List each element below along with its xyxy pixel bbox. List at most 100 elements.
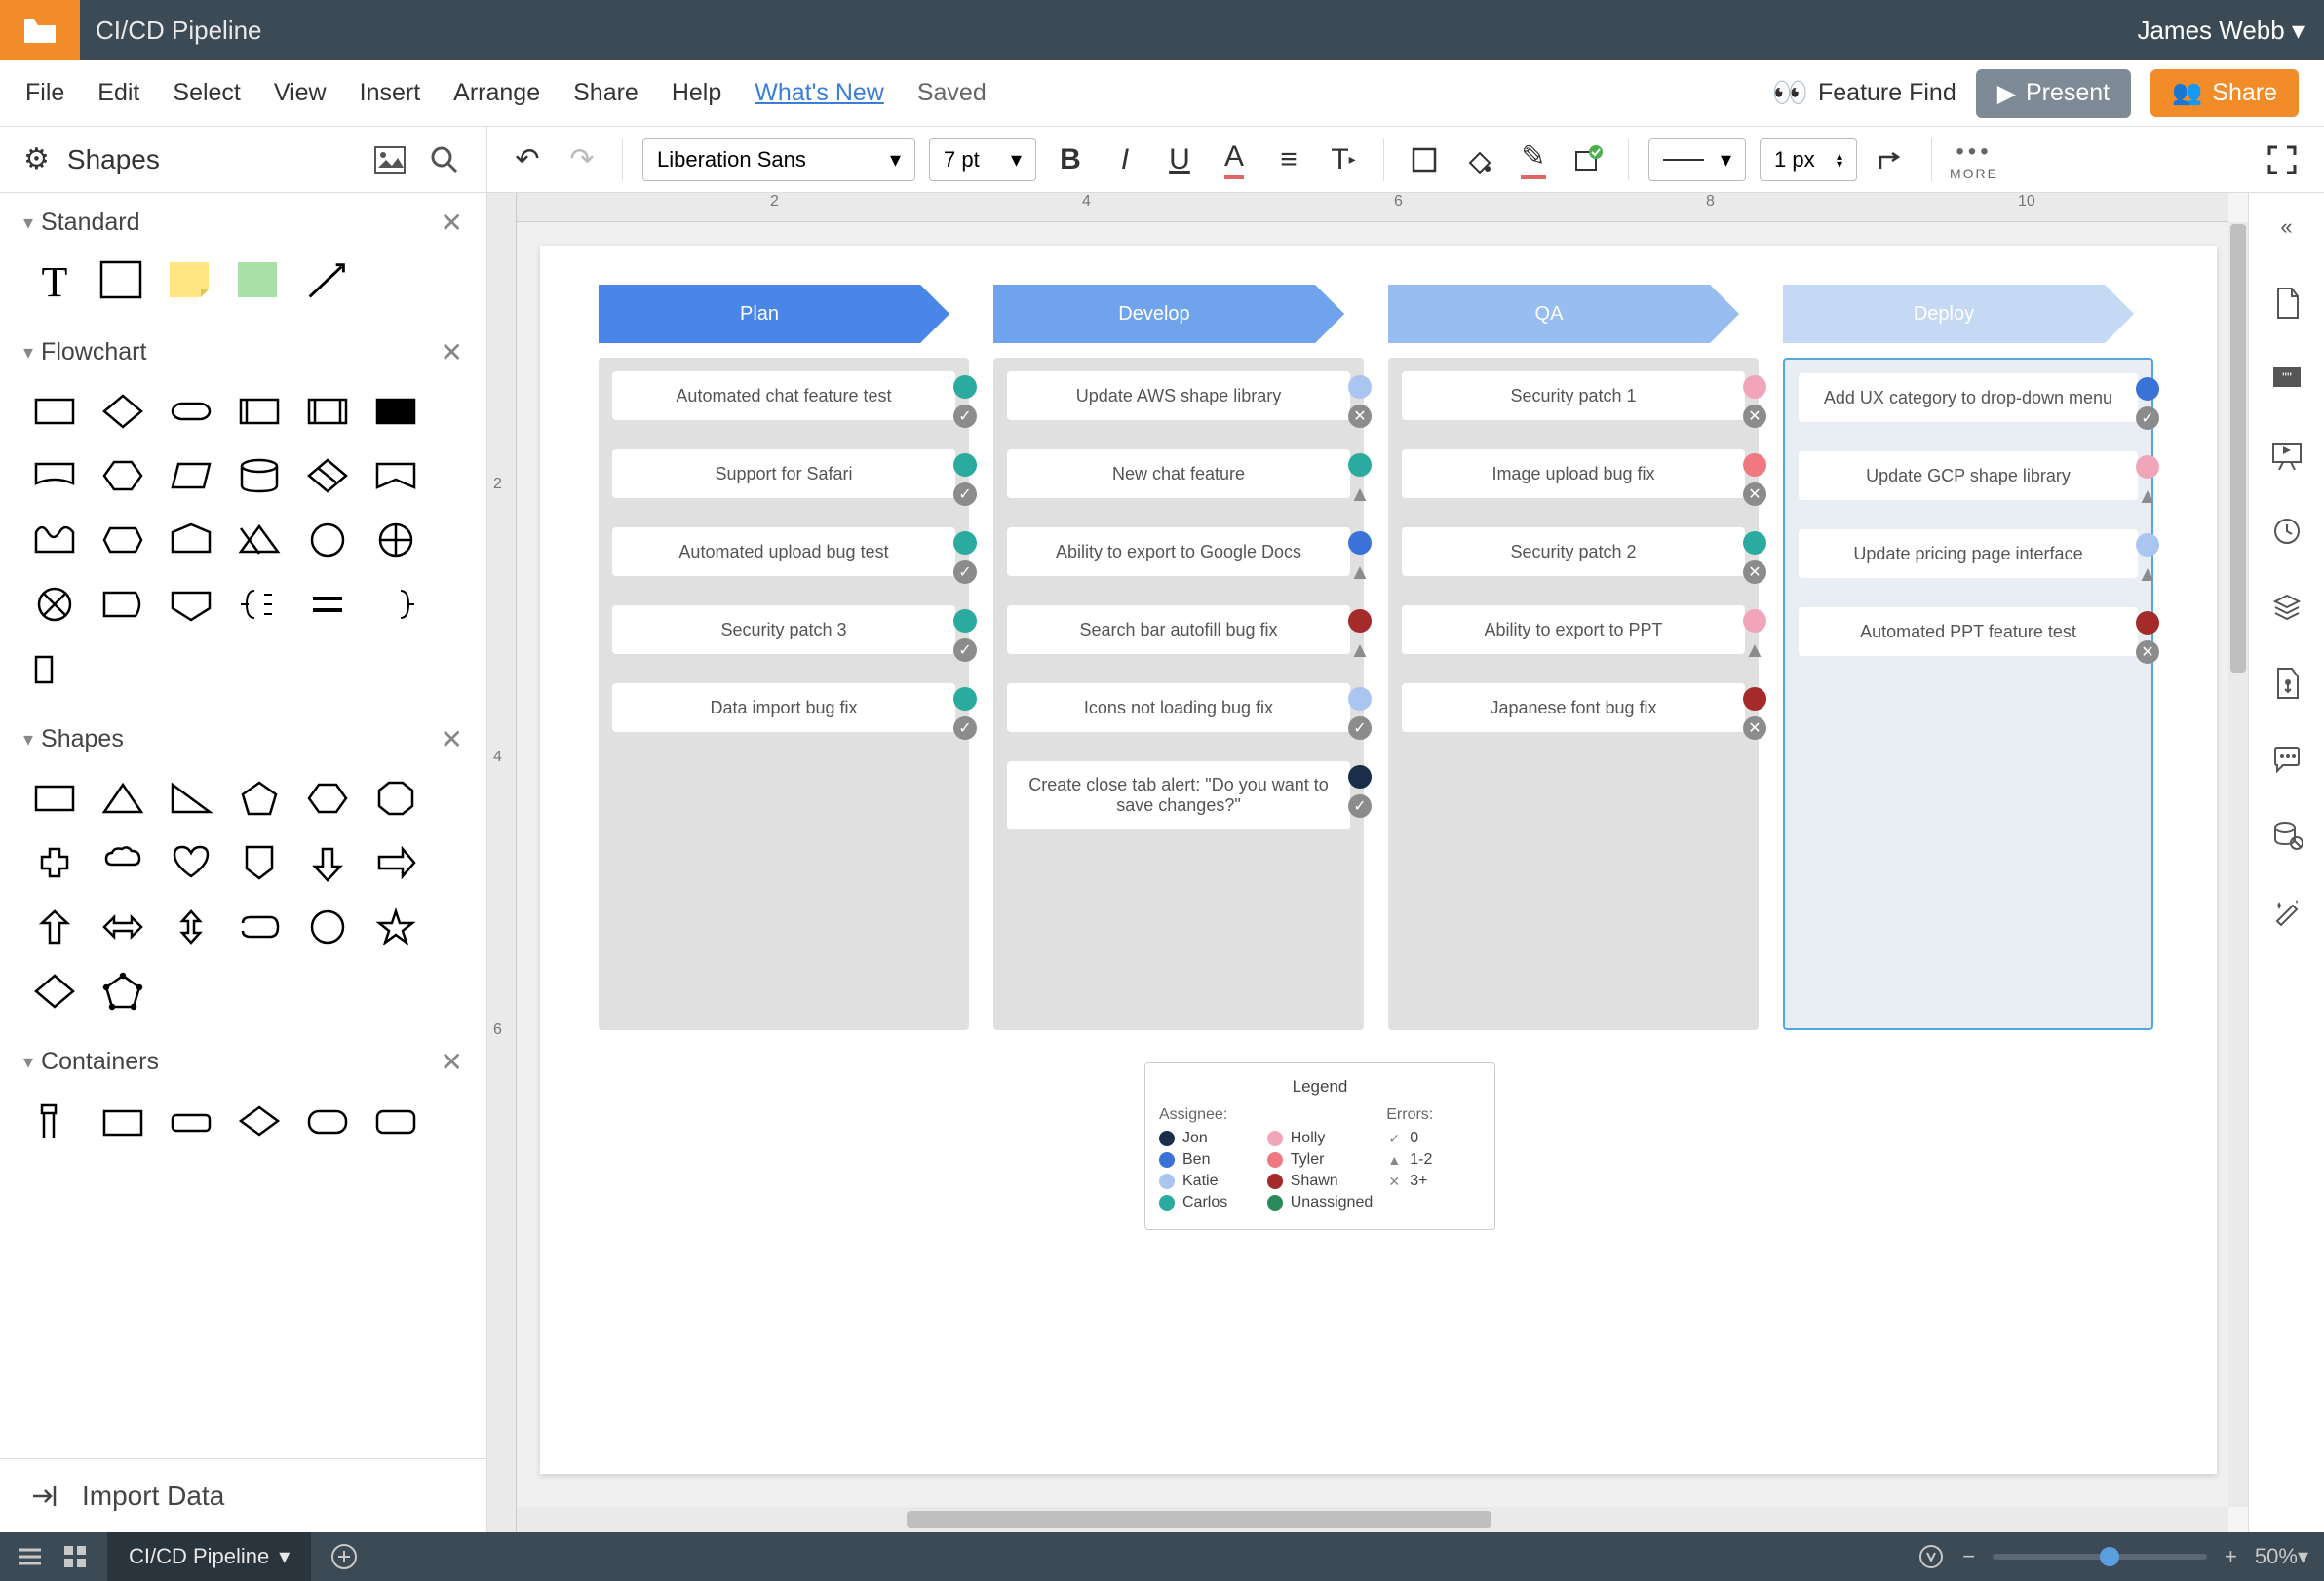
flowchart-shape-15[interactable]	[234, 517, 285, 563]
present-button[interactable]: ▶Present	[1976, 69, 2131, 118]
text-color-button[interactable]: A	[1214, 139, 1255, 180]
line-style-select[interactable]: ▾	[1648, 138, 1746, 181]
column-header[interactable]: Plan	[599, 285, 920, 343]
container-shape-3[interactable]	[234, 1098, 285, 1144]
canvas-area[interactable]: 246 246810 PlanAutomated chat feature te…	[487, 193, 2248, 1532]
basic-shape-15[interactable]	[234, 904, 285, 950]
basic-shape-0[interactable]	[29, 775, 80, 822]
flowchart-shape-0[interactable]	[29, 388, 80, 435]
crop-icon[interactable]	[1404, 139, 1445, 180]
column-header[interactable]: Develop	[993, 285, 1315, 343]
panel-flowchart[interactable]: ▾Flowchart✕	[0, 323, 486, 382]
arrow-shape[interactable]	[302, 258, 353, 305]
kanban-card[interactable]: New chat feature▲	[1007, 449, 1350, 498]
menu-insert[interactable]: Insert	[360, 79, 421, 107]
more-button[interactable]: ••• MORE	[1932, 138, 2016, 181]
panel-standard[interactable]: ▾Standard✕	[0, 193, 486, 252]
basic-shape-11[interactable]	[370, 839, 421, 886]
zoom-level[interactable]: 50% ▾	[2255, 1544, 2308, 1569]
comment-icon[interactable]: ""	[2266, 359, 2307, 400]
kanban-card[interactable]: Update GCP shape library▲	[1799, 451, 2138, 500]
container-shape-4[interactable]	[302, 1098, 353, 1144]
kanban-card[interactable]: Ability to export to PPT▲	[1402, 605, 1745, 654]
kanban-card[interactable]: Icons not loading bug fix✓	[1007, 683, 1350, 732]
page-tab[interactable]: CI/CD Pipeline ▾	[107, 1532, 311, 1581]
column-body[interactable]: Security patch 1✕Image upload bug fix✕Se…	[1388, 358, 1759, 1030]
basic-shape-6[interactable]	[29, 839, 80, 886]
legend[interactable]: Legend Assignee:JonBenKatieCarlos HollyT…	[1144, 1062, 1495, 1230]
container-shape-0[interactable]	[29, 1098, 80, 1144]
basic-shape-1[interactable]	[97, 775, 148, 822]
note-green-shape[interactable]	[234, 258, 285, 305]
menu-edit[interactable]: Edit	[97, 79, 139, 107]
flowchart-shape-24[interactable]	[29, 645, 80, 692]
flowchart-shape-3[interactable]	[234, 388, 285, 435]
kanban-card[interactable]: Automated chat feature test✓	[612, 371, 955, 420]
flowchart-shape-8[interactable]	[166, 452, 216, 499]
add-page-button[interactable]	[330, 1543, 358, 1570]
note-yellow-shape[interactable]	[166, 258, 216, 305]
basic-shape-4[interactable]	[302, 775, 353, 822]
zoom-slider[interactable]	[1993, 1554, 2207, 1560]
basic-shape-13[interactable]	[97, 904, 148, 950]
flowchart-shape-6[interactable]	[29, 452, 80, 499]
container-shape-5[interactable]	[370, 1098, 421, 1144]
undo-button[interactable]: ↶	[507, 139, 548, 180]
image-icon[interactable]	[371, 141, 408, 178]
text-shape[interactable]: T	[29, 258, 80, 305]
kanban-card[interactable]: Automated upload bug test✓	[612, 527, 955, 576]
flowchart-shape-22[interactable]	[302, 581, 353, 628]
underline-button[interactable]: U	[1159, 139, 1200, 180]
line-path-button[interactable]	[1871, 139, 1912, 180]
document-icon[interactable]	[2266, 283, 2307, 324]
basic-shape-17[interactable]	[370, 904, 421, 950]
menu-select[interactable]: Select	[173, 79, 240, 107]
flowchart-shape-16[interactable]	[302, 517, 353, 563]
kanban-card[interactable]: Add UX category to drop-down menu✓	[1799, 373, 2138, 422]
fullscreen-button[interactable]	[2240, 143, 2324, 176]
rect-shape[interactable]	[97, 258, 148, 305]
kanban-card[interactable]: Create close tab alert: "Do you want to …	[1007, 761, 1350, 829]
align-button[interactable]: ≡	[1268, 139, 1309, 180]
basic-shape-9[interactable]	[234, 839, 285, 886]
flowchart-shape-4[interactable]	[302, 388, 353, 435]
kanban-card[interactable]: Security patch 1✕	[1402, 371, 1745, 420]
fill-button[interactable]	[1458, 139, 1499, 180]
flowchart-shape-18[interactable]	[29, 581, 80, 628]
kanban-card[interactable]: Support for Safari✓	[612, 449, 955, 498]
basic-shape-18[interactable]	[29, 968, 80, 1015]
basic-shape-3[interactable]	[234, 775, 285, 822]
magic-icon[interactable]	[2266, 891, 2307, 932]
flowchart-shape-21[interactable]	[234, 581, 285, 628]
flowchart-shape-5[interactable]	[370, 388, 421, 435]
zoom-out-button[interactable]: −	[1962, 1544, 1975, 1569]
column-body[interactable]: Automated chat feature test✓ Support for …	[599, 358, 969, 1030]
line-width-select[interactable]: 1 px▴▾	[1760, 138, 1857, 181]
user-menu[interactable]: James Webb ▾	[2137, 16, 2305, 46]
basic-shape-10[interactable]	[302, 839, 353, 886]
flowchart-shape-14[interactable]	[166, 517, 216, 563]
basic-shape-7[interactable]	[97, 839, 148, 886]
bold-button[interactable]: B	[1050, 139, 1091, 180]
close-icon[interactable]: ✕	[441, 336, 463, 368]
page-formatting-icon[interactable]	[2266, 663, 2307, 704]
kanban-card[interactable]: Image upload bug fix✕	[1402, 449, 1745, 498]
flowchart-shape-20[interactable]	[166, 581, 216, 628]
apply-style-button[interactable]	[1568, 139, 1608, 180]
stroke-color-button[interactable]: ✎	[1513, 139, 1554, 180]
chat-icon[interactable]	[2266, 739, 2307, 780]
container-shape-1[interactable]	[97, 1098, 148, 1144]
kanban-card[interactable]: Search bar autofill bug fix▲	[1007, 605, 1350, 654]
share-button[interactable]: 👥Share	[2150, 69, 2299, 117]
flowchart-shape-10[interactable]	[302, 452, 353, 499]
kanban-card[interactable]: Automated PPT feature test✕	[1799, 607, 2138, 656]
redo-button[interactable]: ↷	[562, 139, 602, 180]
flowchart-shape-2[interactable]	[166, 388, 216, 435]
kanban-card[interactable]: Japanese font bug fix✕	[1402, 683, 1745, 732]
list-view-icon[interactable]	[16, 1545, 43, 1568]
kanban-card[interactable]: Update pricing page interface▲	[1799, 529, 2138, 578]
flowchart-shape-12[interactable]	[29, 517, 80, 563]
basic-shape-14[interactable]	[166, 904, 216, 950]
flowchart-shape-17[interactable]	[370, 517, 421, 563]
menu-whats-new[interactable]: What's New	[755, 79, 884, 107]
